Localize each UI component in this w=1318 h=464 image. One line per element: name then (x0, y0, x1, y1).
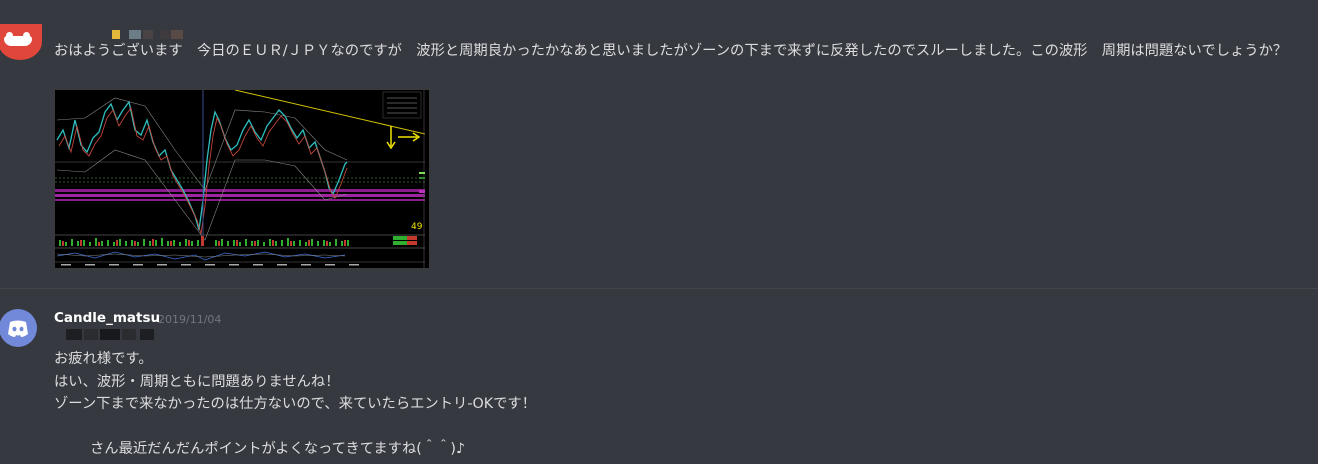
reply-line: お疲れ様です。 (54, 351, 153, 367)
discord-avatar[interactable] (0, 309, 37, 347)
redacted-bar (140, 329, 154, 340)
message-text: おはようございます 今日のＥＵＲ/ＪＰＹなのですが 波形と周期良かったかなあと思… (54, 43, 1288, 59)
redacted-username-block (112, 30, 120, 39)
smile-face-icon (4, 32, 32, 46)
forex-chart-graphic (55, 90, 429, 268)
reply-line-mention: さん最近だんだんポイントがよくなってきてますね(＾＾)♪ (54, 438, 536, 461)
discord-logo-icon (8, 320, 28, 337)
redacted-bar (122, 329, 136, 340)
redacted-username-block (160, 30, 170, 39)
redacted-bar (66, 329, 82, 340)
redacted-username-block (171, 30, 183, 39)
redacted-bar (84, 329, 98, 340)
message-timestamp: 2019/11/04 (158, 313, 222, 326)
reply-message-body: お疲れ様です。 はい、波形・周期ともに問題ありませんね！ ゾーン下まで来なかった… (54, 348, 536, 461)
redacted-username-block (129, 30, 141, 39)
user-avatar[interactable] (0, 24, 42, 60)
redacted-bar (100, 329, 120, 340)
chart-overlay-number: 49 (411, 222, 423, 232)
chart-attachment-image[interactable]: 49 (54, 89, 430, 269)
reply-line: さん最近だんだんポイントがよくなってきてますね(＾＾)♪ (90, 441, 466, 457)
reply-line: はい、波形・周期ともに問題ありませんね！ (54, 373, 340, 390)
redacted-username-block (143, 30, 153, 39)
reply-line: ゾーン下まで来なかったのは仕方ないので、来ていたらエントリ-OKです！ (54, 396, 536, 412)
message-1: おはようございます 今日のＥＵＲ/ＪＰＹなのですが 波形と周期良かったかなあと思… (0, 0, 1318, 288)
author-username[interactable]: Candle_matsu (54, 310, 160, 326)
reply-line (54, 416, 536, 439)
